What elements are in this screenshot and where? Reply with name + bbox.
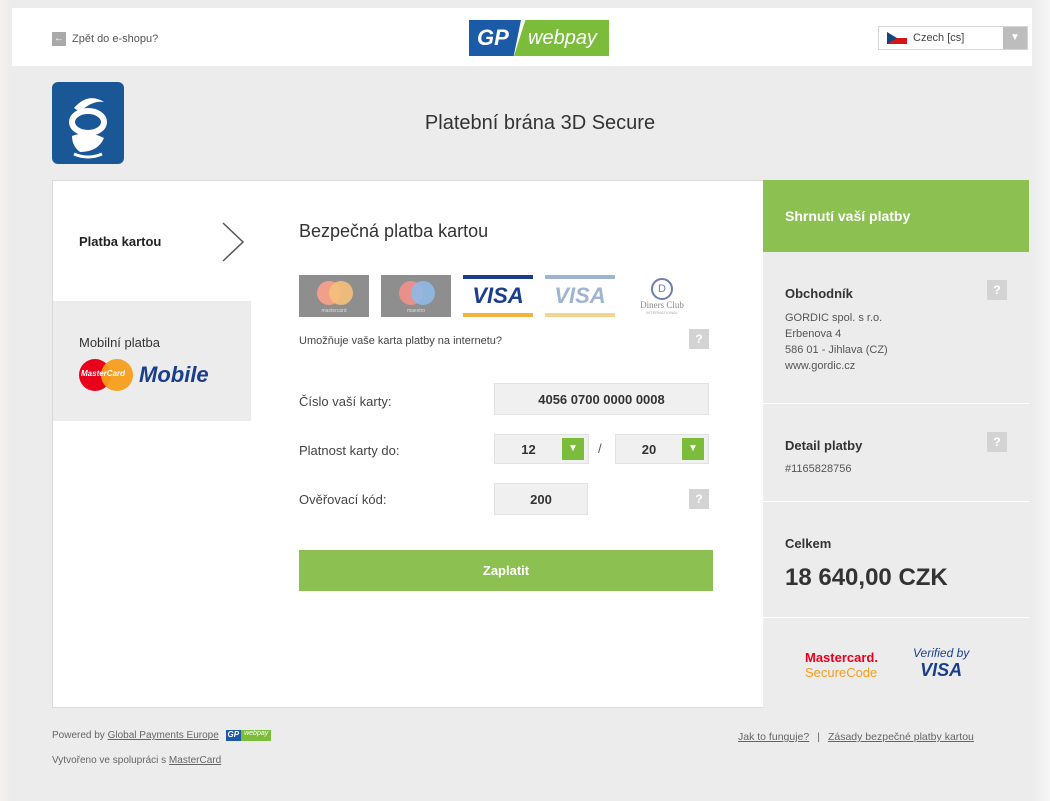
gp-webpay-mini-logo: GP webpay [225,730,272,741]
mobile-brand-text: Mobile [139,362,209,387]
help-icon[interactable]: ? [987,280,1007,300]
mastercard-logo-text: mastercard [321,308,347,314]
total-title: Celkem [785,536,832,551]
language-selected: Czech [cs] [913,32,965,44]
payment-method-nav: Platba kartou Mobilní platba MasterCard … [53,181,251,709]
internet-payments-link[interactable]: Umožňuje vaše karta platby na internetu? [299,335,502,347]
diners-logo-subtext: INTERNATIONAL [646,309,678,315]
cooperation-prefix: Vytvořeno ve spolupráci s [52,755,167,767]
cvc-input[interactable]: 200 [494,483,588,515]
expiry-year-value: 20 [641,441,657,457]
mastercard-logo-icon: mastercard [299,275,369,317]
mastercard-securecode-line2: SecureCode [805,665,878,680]
card-number-label: Číslo vaší karty: [299,394,392,409]
mastercard-mobile-text: MasterCard [81,369,126,378]
merchant-address: GORDIC spol. s r.o. Erbenova 4 586 01 - … [785,310,888,374]
maestro-logo-text: maestro [406,308,426,314]
total-amount: 18 640,00 CZK [785,564,948,591]
visa-logo-icon: VISA [463,275,533,317]
footer-credits: Powered by Global Payments Europe GP web… [52,730,272,766]
global-payments-link[interactable]: Global Payments Europe [108,730,219,741]
detail-title: Detail platby [785,438,863,453]
summary-detail: Detail platby ? #1165828756 [763,404,1029,502]
diners-logo-text: Diners Club [640,299,684,310]
mastercard-securecode-logo: Mastercard. SecureCode [805,650,878,680]
expiry-label: Platnost karty do: [299,443,400,458]
summary-title: Shrnutí vaší platby [763,180,1029,252]
gp-logo-mark: GP [469,20,521,56]
visa-electron-logo-icon: VISA [545,275,615,317]
cooperation-line: Vytvořeno ve spolupráci s MasterCard [52,755,271,766]
accepted-cards: mastercard maestro VISA VISA D Diners Cl… [299,275,697,317]
back-label: Zpět do e-shopu? [72,33,159,45]
nav-item-card-payment[interactable]: Platba kartou [53,181,251,301]
webpay-logo-text: webpay [514,20,609,56]
powered-by-prefix: Powered by [52,730,105,742]
verified-by-visa-line2: VISA [920,660,963,680]
merchant-website: www.gordic.cz [785,360,856,372]
footer-links: Jak to funguje? | Zásady bezpečné platby… [738,731,974,743]
security-brands: Mastercard. SecureCode Verified by VISA [763,618,1029,709]
payment-panel: Platba kartou Mobilní platba MasterCard … [52,180,1029,709]
chevron-right-icon [222,222,245,262]
language-select[interactable]: Czech [cs] ▼ [878,26,1028,50]
powered-by-line: Powered by Global Payments Europe GP web… [52,730,272,742]
merchant-title: Obchodník [785,286,853,301]
card-number-input[interactable]: 4056 0700 0000 0008 [494,383,709,415]
mastercard-mobile-logo: MasterCard Mobile [79,359,209,391]
top-bar: ← Zpět do e-shopu? GP webpay Czech [cs] … [12,8,1032,66]
back-to-eshop-link[interactable]: ← Zpět do e-shopu? [52,32,158,46]
chevron-down-icon: ▼ [562,438,584,460]
summary-total: Celkem 18 640,00 CZK [763,502,1029,618]
help-icon[interactable]: ? [689,329,709,349]
card-payment-form: Bezpečná platba kartou mastercard maestr… [299,181,719,709]
chevron-down-icon: ▼ [682,438,704,460]
verified-by-visa-logo: Verified by VISA [913,646,969,681]
help-icon[interactable]: ? [689,489,709,509]
gp-mini-mark: GP [225,730,242,741]
mastercard-securecode-line1: Mastercard. [805,650,878,665]
help-icon[interactable]: ? [987,432,1007,452]
page-edge-right [1032,0,1050,801]
payment-id: #1165828756 [785,463,852,475]
expiry-separator: / [598,441,602,456]
nav-mobile-label: Mobilní platba [79,335,160,350]
expiry-month-select[interactable]: 12 ▼ [494,434,589,464]
verified-by-visa-line1: Verified by [913,646,970,660]
gp-webpay-logo: GP webpay [469,20,609,56]
webpay-mini-text: webpay [241,730,272,741]
pay-button[interactable]: Zaplatit [299,550,713,591]
nav-card-label: Platba kartou [79,234,162,249]
merchant-city: 586 01 - Jihlava (CZ) [785,344,888,356]
safe-payment-rules-link[interactable]: Zásady bezpečné platby kartou [828,731,974,743]
page-title: Platební brána 3D Secure [424,112,656,134]
expiry-month-value: 12 [521,441,536,457]
mastercard-circles-icon: MasterCard [79,359,133,391]
merchant-name: GORDIC spol. s r.o. [785,312,883,324]
page-edge-left [0,0,12,801]
merchant-street: Erbenova 4 [785,328,842,340]
back-arrow-icon: ← [52,32,66,46]
mastercard-link[interactable]: MasterCard [169,755,221,766]
czech-flag-icon [887,32,907,44]
chevron-down-icon[interactable]: ▼ [1003,27,1027,49]
form-title: Bezpečná platba kartou [299,221,489,241]
expiry-year-select[interactable]: 20 ▼ [615,434,709,464]
payment-summary: Shrnutí vaší platby Obchodník ? GORDIC s… [763,180,1029,709]
summary-merchant: Obchodník ? GORDIC spol. s r.o. Erbenova… [763,252,1029,404]
maestro-logo-icon: maestro [381,275,451,317]
how-it-works-link[interactable]: Jak to funguje? [738,731,809,743]
footer-separator: | [817,731,820,743]
nav-item-mobile-payment[interactable]: Mobilní platba MasterCard Mobile [53,301,251,421]
diners-club-logo-icon: D Diners Club INTERNATIONAL [627,275,697,317]
cvc-label: Ověřovací kód: [299,492,387,507]
